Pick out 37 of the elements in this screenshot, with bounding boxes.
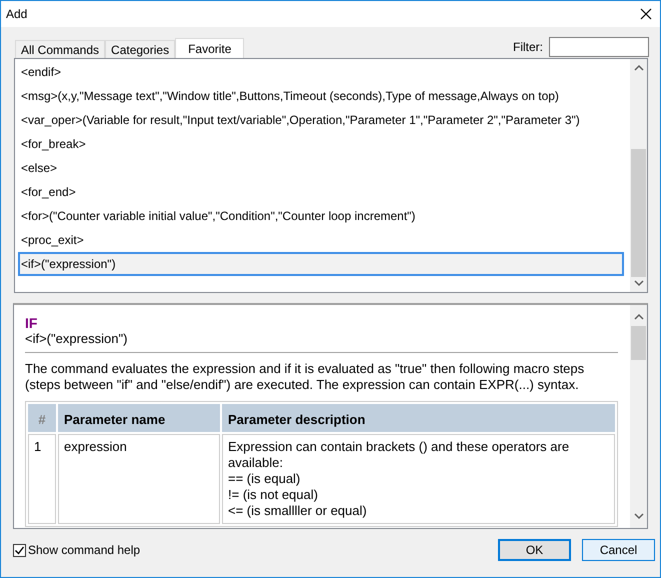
scroll-down-icon[interactable]	[634, 513, 644, 520]
scroll-up-icon[interactable]	[634, 313, 644, 320]
tab[interactable]: Favorite	[175, 38, 244, 58]
column-header: Parameter description	[222, 404, 615, 432]
dialog-button[interactable]: Cancel	[582, 539, 655, 561]
help-title: IF	[25, 315, 38, 331]
scrollbar[interactable]	[630, 59, 647, 292]
tab[interactable]: All Commands	[15, 40, 106, 58]
command-syntax: <if>("expression")	[25, 331, 128, 346]
filter-label: Filter:	[513, 40, 543, 54]
window-title: Add	[6, 7, 28, 21]
scroll-down-icon[interactable]	[634, 280, 644, 287]
command-item[interactable]: <proc_exit>	[18, 228, 624, 252]
tab[interactable]: Categories	[105, 40, 176, 58]
scroll-up-icon[interactable]	[634, 64, 644, 71]
command-item[interactable]: <for_end>	[18, 180, 624, 204]
command-item[interactable]: <if>("expression")	[18, 252, 624, 276]
command-item[interactable]: <msg>(x,y,"Message text","Window title",Buttons,Timeout (seconds),Type of message,Always on top)	[18, 84, 624, 108]
table-cell: Expression can contain brackets () and these operators are available: == (is equal) != (is not equal) <= (is smallller or equal)	[222, 434, 615, 524]
checkbox[interactable]	[13, 544, 26, 556]
command-item[interactable]: <for_break>	[18, 132, 624, 156]
scrollbar[interactable]	[630, 305, 647, 528]
column-header: #	[28, 404, 56, 432]
command-item[interactable]: <for>("Counter variable initial value","Condition","Counter loop increment")	[18, 204, 624, 228]
help-description: The command evaluates the expression and if it is evaluated as "true" then following macro steps (steps between "if" and "else/endif") are executed. The expression can contain EXPR(...) syntax.	[25, 361, 586, 393]
scroll-thumb[interactable]	[631, 149, 646, 277]
filter-field[interactable]	[549, 37, 649, 57]
scroll-thumb[interactable]	[631, 326, 646, 360]
table-cell: 1	[28, 434, 56, 524]
table-cell: expression	[58, 434, 220, 524]
dialog-button[interactable]: OK	[498, 539, 571, 561]
checkbox-label: Show command help	[28, 543, 140, 557]
command-item[interactable]: <else>	[18, 156, 624, 180]
command-item[interactable]: <var_oper>(Variable for result,"Input text/variable",Operation,"Parameter 1","Parameter 2","Parameter 3")	[18, 108, 624, 132]
close-icon[interactable]	[640, 8, 652, 20]
command-item[interactable]: <endif>	[18, 60, 624, 84]
column-header: Parameter name	[58, 404, 220, 432]
